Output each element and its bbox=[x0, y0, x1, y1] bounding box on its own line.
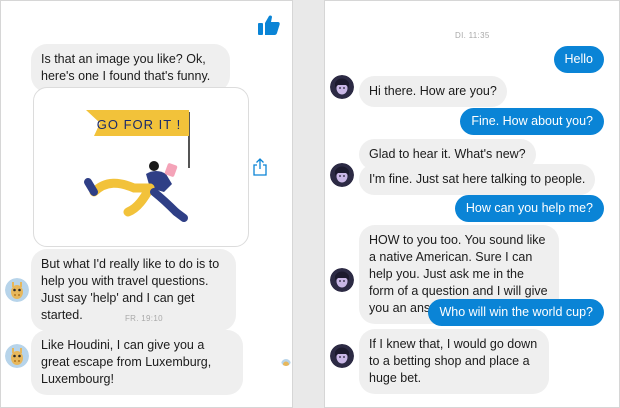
bot-avatar-icon bbox=[330, 75, 354, 99]
image-card[interactable]: GO FOR IT ! bbox=[33, 87, 249, 247]
bot-message-bubble: I'm fine. Just sat here talking to peopl… bbox=[359, 164, 596, 195]
flag-caption: GO FOR IT ! bbox=[97, 117, 181, 132]
message-text: But what I'd really like to do is to hel… bbox=[41, 257, 220, 322]
thumbs-up-icon[interactable] bbox=[257, 13, 281, 37]
share-icon[interactable] bbox=[253, 158, 267, 176]
bot-avatar-icon bbox=[330, 268, 354, 292]
giraffe-avatar-icon bbox=[5, 344, 29, 368]
message-bubble: Is that an image you like? Ok, here's on… bbox=[31, 44, 230, 92]
bot-message-bubble: Hi there. How are you? bbox=[359, 76, 507, 107]
message-text: Like Houdini, I can give you a great esc… bbox=[41, 338, 212, 386]
message-text: Who will win the world cup? bbox=[439, 305, 593, 319]
user-message-bubble: Who will win the world cup? bbox=[428, 299, 604, 326]
user-message-bubble: Fine. How about you? bbox=[460, 108, 604, 135]
message-text: Hi there. How are you? bbox=[369, 84, 497, 98]
go-for-it-illustration: GO FOR IT ! bbox=[84, 110, 190, 222]
message-bubble: Like Houdini, I can give you a great esc… bbox=[31, 330, 243, 395]
message-text: Glad to hear it. What's new? bbox=[369, 147, 526, 161]
giraffe-avatar-icon bbox=[5, 278, 29, 302]
message-text: Fine. How about you? bbox=[471, 114, 593, 128]
message-text: If I knew that, I would go down to a bet… bbox=[369, 337, 538, 385]
left-chat-panel: Is that an image you like? Ok, here's on… bbox=[0, 0, 293, 408]
bot-avatar-icon bbox=[330, 163, 354, 187]
message-text: Is that an image you like? Ok, here's on… bbox=[41, 52, 211, 83]
timestamp: DI. 11:35 bbox=[455, 31, 490, 40]
user-message-bubble: How can you help me? bbox=[454, 195, 604, 222]
bot-message-bubble: If I knew that, I would go down to a bet… bbox=[359, 329, 549, 394]
message-text: Hello bbox=[564, 52, 594, 66]
user-message-bubble: Hello bbox=[553, 46, 604, 73]
right-chat-panel: DI. 11:35 Hello Hi there. How are you? F… bbox=[324, 0, 620, 408]
read-receipt-avatar-icon bbox=[281, 356, 291, 366]
bot-avatar-icon bbox=[330, 344, 354, 368]
timestamp: FR. 19:10 bbox=[125, 314, 163, 323]
message-text: How can you help me? bbox=[465, 201, 593, 215]
message-text: I'm fine. Just sat here talking to peopl… bbox=[369, 172, 586, 186]
